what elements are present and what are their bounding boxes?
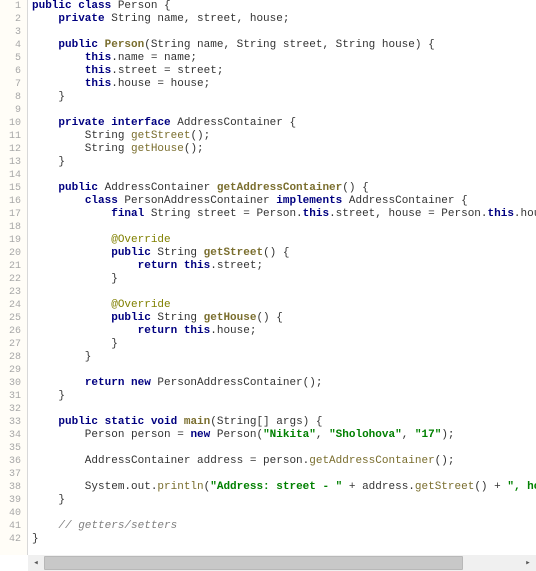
- line-number: 27: [0, 338, 21, 351]
- code-line[interactable]: System.out.println("Address: street - " …: [32, 481, 536, 494]
- line-number: 13: [0, 156, 21, 169]
- code-line[interactable]: this.name = name;: [32, 52, 536, 65]
- line-number: 21: [0, 260, 21, 273]
- line-number: 16: [0, 195, 21, 208]
- code-line[interactable]: }: [32, 533, 536, 546]
- code-area[interactable]: public class Person { private String nam…: [28, 0, 536, 555]
- code-line[interactable]: public Person(String name, String street…: [32, 39, 536, 52]
- line-number: 4: [0, 39, 21, 52]
- line-number: 24: [0, 299, 21, 312]
- line-number: 32: [0, 403, 21, 416]
- line-number: 14: [0, 169, 21, 182]
- code-line[interactable]: this.house = house;: [32, 78, 536, 91]
- code-line[interactable]: }: [32, 494, 536, 507]
- code-line[interactable]: String getHouse();: [32, 143, 536, 156]
- code-line[interactable]: return this.house;: [32, 325, 536, 338]
- code-line[interactable]: final String street = Person.this.street…: [32, 208, 536, 221]
- code-line[interactable]: [32, 403, 536, 416]
- line-number: 19: [0, 234, 21, 247]
- line-number: 9: [0, 104, 21, 117]
- code-line[interactable]: @Override: [32, 234, 536, 247]
- code-line[interactable]: public String getHouse() {: [32, 312, 536, 325]
- code-line[interactable]: }: [32, 156, 536, 169]
- scroll-right-arrow-icon[interactable]: ▸: [520, 555, 536, 571]
- code-line[interactable]: return this.street;: [32, 260, 536, 273]
- code-line[interactable]: public class Person {: [32, 0, 536, 13]
- line-number: 34: [0, 429, 21, 442]
- scroll-thumb[interactable]: [44, 556, 463, 570]
- code-line[interactable]: public AddressContainer getAddressContai…: [32, 182, 536, 195]
- code-editor[interactable]: 1234567891011121314151617181920212223242…: [0, 0, 536, 555]
- line-number: 41: [0, 520, 21, 533]
- code-line[interactable]: [32, 442, 536, 455]
- line-number: 5: [0, 52, 21, 65]
- line-number: 33: [0, 416, 21, 429]
- line-number: 11: [0, 130, 21, 143]
- code-line[interactable]: String getStreet();: [32, 130, 536, 143]
- code-line[interactable]: [32, 104, 536, 117]
- code-line[interactable]: }: [32, 273, 536, 286]
- code-line[interactable]: }: [32, 91, 536, 104]
- line-number: 23: [0, 286, 21, 299]
- line-number: 38: [0, 481, 21, 494]
- code-line[interactable]: private String name, street, house;: [32, 13, 536, 26]
- line-number: 29: [0, 364, 21, 377]
- code-line[interactable]: [32, 468, 536, 481]
- code-line[interactable]: [32, 364, 536, 377]
- line-number: 7: [0, 78, 21, 91]
- line-number: 22: [0, 273, 21, 286]
- code-line[interactable]: class PersonAddressContainer implements …: [32, 195, 536, 208]
- line-number: 17: [0, 208, 21, 221]
- horizontal-scrollbar[interactable]: ◂ ▸: [28, 555, 536, 571]
- line-number: 2: [0, 13, 21, 26]
- code-line[interactable]: private interface AddressContainer {: [32, 117, 536, 130]
- code-line[interactable]: @Override: [32, 299, 536, 312]
- line-number: 20: [0, 247, 21, 260]
- line-number: 6: [0, 65, 21, 78]
- line-number: 36: [0, 455, 21, 468]
- scroll-left-arrow-icon[interactable]: ◂: [28, 555, 44, 571]
- line-number: 31: [0, 390, 21, 403]
- code-line[interactable]: [32, 221, 536, 234]
- code-line[interactable]: [32, 26, 536, 39]
- line-gutter: 1234567891011121314151617181920212223242…: [0, 0, 28, 555]
- line-number: 37: [0, 468, 21, 481]
- line-number: 25: [0, 312, 21, 325]
- line-number: 42: [0, 533, 21, 546]
- line-number: 28: [0, 351, 21, 364]
- line-number: 10: [0, 117, 21, 130]
- code-line[interactable]: this.street = street;: [32, 65, 536, 78]
- code-line[interactable]: public static void main(String[] args) {: [32, 416, 536, 429]
- line-number: 35: [0, 442, 21, 455]
- line-number: 3: [0, 26, 21, 39]
- line-number: 8: [0, 91, 21, 104]
- line-number: 40: [0, 507, 21, 520]
- line-number: 12: [0, 143, 21, 156]
- code-line[interactable]: Person person = new Person("Nikita", "Sh…: [32, 429, 536, 442]
- code-line[interactable]: return new PersonAddressContainer();: [32, 377, 536, 390]
- code-line[interactable]: AddressContainer address = person.getAdd…: [32, 455, 536, 468]
- code-line[interactable]: // getters/setters: [32, 520, 536, 533]
- code-line[interactable]: }: [32, 338, 536, 351]
- code-line[interactable]: }: [32, 390, 536, 403]
- scroll-track[interactable]: [44, 555, 520, 571]
- code-line[interactable]: [32, 169, 536, 182]
- code-line[interactable]: [32, 507, 536, 520]
- line-number: 1: [0, 0, 21, 13]
- line-number: 30: [0, 377, 21, 390]
- line-number: 39: [0, 494, 21, 507]
- line-number: 18: [0, 221, 21, 234]
- line-number: 15: [0, 182, 21, 195]
- code-line[interactable]: public String getStreet() {: [32, 247, 536, 260]
- code-line[interactable]: }: [32, 351, 536, 364]
- line-number: 26: [0, 325, 21, 338]
- code-line[interactable]: [32, 286, 536, 299]
